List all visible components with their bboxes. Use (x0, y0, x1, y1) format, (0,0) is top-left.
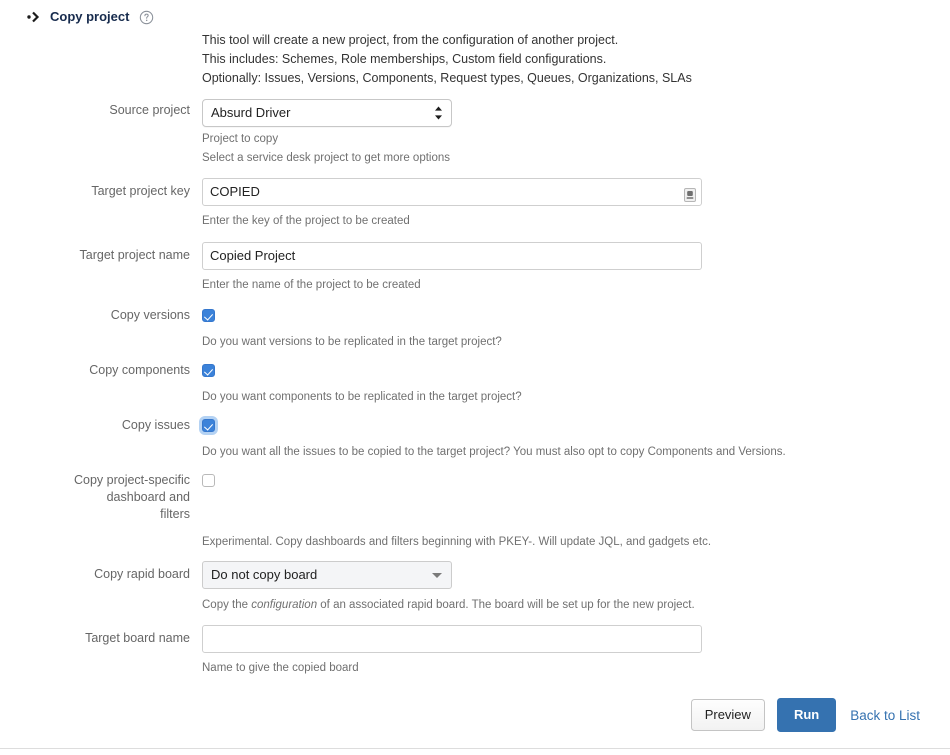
copy-components-label: Copy components (89, 363, 190, 377)
copy-versions-checkbox-wrap (202, 309, 215, 322)
target-board-name-input-wrap (202, 625, 702, 653)
preview-button[interactable]: Preview (690, 699, 765, 731)
target-project-key-desc: Enter the key of the project to be creat… (202, 215, 410, 227)
page-title: Copy project (50, 9, 130, 24)
bullet-right-arrow-icon[interactable] (26, 11, 42, 23)
target-project-key-value: COPIED (210, 184, 260, 199)
target-project-key-label: Target project key (91, 184, 190, 198)
copy-components-checkbox[interactable] (202, 364, 215, 377)
copy-dashboard-filters-label-line1: Copy project-specific (73, 473, 190, 487)
copy-rapid-board-label: Copy rapid board (94, 567, 190, 581)
copy-rapid-board-value: Do not copy board (211, 567, 318, 582)
target-project-key-input[interactable]: COPIED (202, 178, 702, 206)
copy-components-desc: Do you want components to be replicated … (202, 391, 522, 403)
copy-issues-checkbox[interactable] (202, 419, 215, 432)
back-to-list-link[interactable]: Back to List (850, 708, 920, 723)
copy-versions-label: Copy versions (110, 308, 190, 322)
copy-rapid-board-desc-part1: Copy the (202, 599, 252, 611)
target-board-name-label: Target board name (85, 631, 190, 645)
copy-dashboard-filters-desc: Experimental. Copy dashboards and filter… (202, 536, 712, 548)
copy-dashboard-filters-label: Copy project-specific dashboard and filt… (0, 472, 190, 523)
run-button[interactable]: Run (776, 698, 837, 732)
source-project-desc-2: Select a service desk project to get mor… (202, 152, 451, 164)
description-line-1: This tool will create a new project, fro… (202, 33, 619, 47)
target-project-name-input[interactable]: Copied Project (202, 242, 702, 270)
target-project-name-desc: Enter the name of the project to be crea… (202, 279, 421, 291)
target-project-key-input-wrap: COPIED (202, 178, 702, 206)
copy-versions-desc: Do you want versions to be replicated in… (202, 336, 502, 348)
target-project-name-input-wrap: Copied Project (202, 242, 702, 270)
chevron-down-icon (432, 573, 442, 578)
target-board-name-desc: Name to give the copied board (202, 662, 359, 674)
copy-versions-checkbox[interactable] (202, 309, 215, 322)
copy-project-page: Copy project This tool will create a new… (0, 0, 950, 755)
copy-dashboard-filters-label-line2: dashboard and (106, 490, 190, 504)
description-line-2: This includes: Schemes, Role memberships… (202, 52, 607, 66)
target-project-name-label: Target project name (79, 248, 190, 262)
description-line-3: Optionally: Issues, Versions, Components… (202, 71, 692, 85)
help-circle-icon[interactable] (139, 10, 154, 25)
source-project-value: Absurd Driver (211, 105, 291, 120)
title-row: Copy project (26, 9, 154, 25)
copy-rapid-board-select-wrap: Do not copy board (202, 561, 452, 589)
copy-rapid-board-select[interactable]: Do not copy board (202, 561, 452, 589)
copy-issues-label: Copy issues (121, 418, 190, 432)
copy-components-checkbox-wrap (202, 364, 215, 377)
copy-rapid-board-desc-italic: configuration (251, 599, 318, 611)
copy-rapid-board-desc: Copy the configuration of an associated … (202, 598, 695, 613)
copy-issues-checkbox-wrap (202, 419, 215, 432)
form-actions: Preview Run Back to List (0, 698, 950, 732)
copy-dashboard-filters-checkbox-wrap (202, 474, 215, 487)
copy-dashboard-filters-label-line3: filters (160, 507, 190, 521)
up-down-spinner-icon (434, 105, 443, 121)
source-project-select[interactable]: Absurd Driver (202, 99, 452, 127)
target-project-name-value: Copied Project (210, 248, 296, 263)
copy-rapid-board-desc-part2: of an associated rapid board. The board … (317, 599, 695, 611)
footer-divider (0, 748, 950, 749)
copy-issues-desc: Do you want all the issues to be copied … (202, 446, 786, 458)
target-board-name-input[interactable] (202, 625, 702, 653)
autofill-badge-icon[interactable] (684, 185, 696, 202)
copy-dashboard-filters-checkbox[interactable] (202, 474, 215, 487)
source-project-label: Source project (109, 103, 190, 117)
source-project-desc-1: Project to copy (202, 133, 279, 145)
source-project-select-wrap: Absurd Driver (202, 99, 452, 127)
